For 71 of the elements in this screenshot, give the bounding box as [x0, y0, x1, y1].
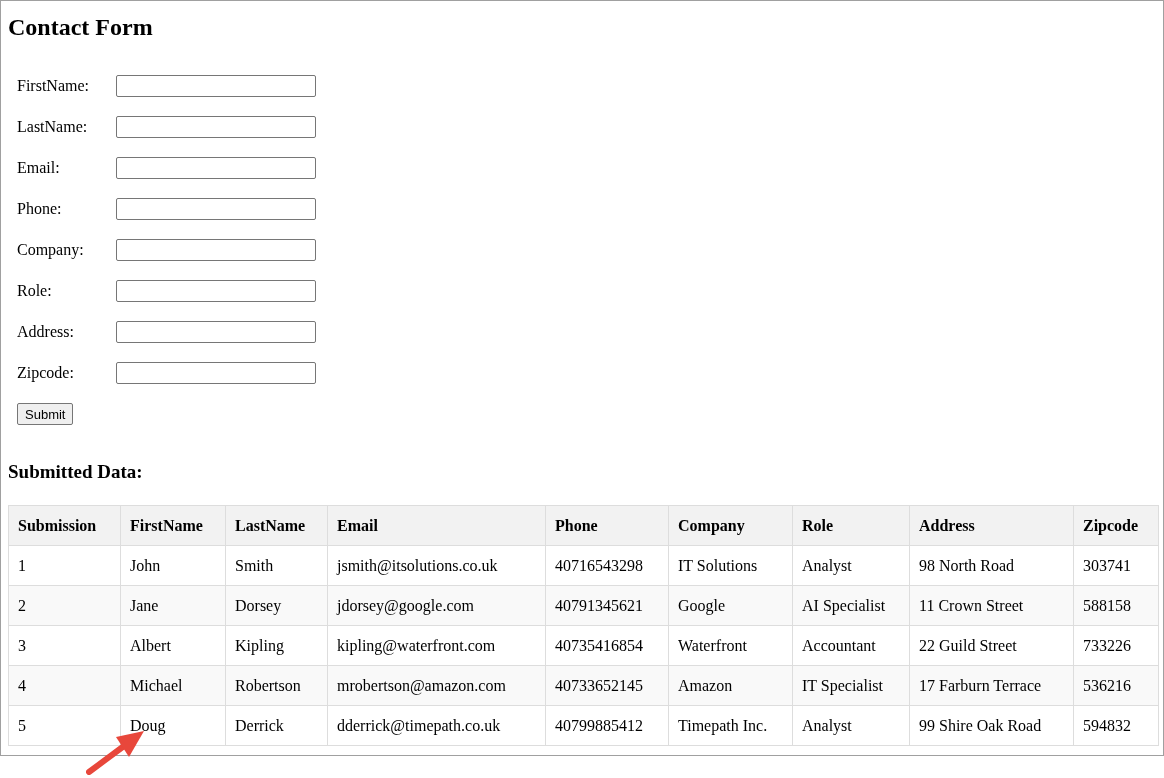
column-header: Submission: [8, 505, 121, 546]
field-label: FirstName:: [17, 77, 90, 95]
field-label: LastName:: [17, 118, 89, 136]
input-field[interactable]: [116, 321, 316, 343]
table-cell: 40791345621: [545, 585, 669, 626]
column-header: Address: [909, 505, 1074, 546]
input-field[interactable]: [116, 280, 316, 302]
table-cell: John: [120, 545, 226, 586]
input-field[interactable]: [116, 239, 316, 261]
table-cell: kipling@waterfront.com: [327, 625, 546, 666]
table-cell: Michael: [120, 665, 226, 706]
table-cell: 22 Guild Street: [909, 625, 1074, 666]
table-cell: Albert: [120, 625, 226, 666]
table-cell: 40716543298: [545, 545, 669, 586]
table-cell: 594832: [1073, 705, 1159, 746]
input-field[interactable]: [116, 362, 316, 384]
column-header: Phone: [545, 505, 669, 546]
input-field[interactable]: [116, 198, 316, 220]
column-header: Role: [792, 505, 910, 546]
table-cell: Timepath Inc.: [668, 705, 793, 746]
submit-button[interactable]: Submit: [17, 403, 74, 425]
table-cell: 40799885412: [545, 705, 669, 746]
table-cell: 536216: [1073, 665, 1159, 706]
input-field[interactable]: [116, 157, 316, 179]
table-cell: dderrick@timepath.co.uk: [327, 705, 546, 746]
table-cell: Analyst: [792, 545, 910, 586]
table-cell: 1: [8, 545, 121, 586]
table-cell: AI Specialist: [792, 585, 910, 626]
section-heading: Submitted Data:: [8, 460, 144, 483]
field-label: Company:: [17, 241, 85, 259]
column-header: Email: [327, 505, 546, 546]
column-header: Zipcode: [1073, 505, 1159, 546]
table-cell: 588158: [1073, 585, 1159, 626]
table-cell: 98 North Road: [909, 545, 1074, 586]
table-cell: Amazon: [668, 665, 793, 706]
table-cell: Jane: [120, 585, 226, 626]
table-cell: Waterfront: [668, 625, 793, 666]
field-label: Role:: [17, 282, 53, 300]
table-cell: 17 Farburn Terrace: [909, 665, 1074, 706]
field-label: Zipcode:: [17, 364, 75, 382]
table-cell: 2: [8, 585, 121, 626]
table-cell: Robertson: [225, 665, 328, 706]
field-label: Address:: [17, 323, 75, 341]
table-cell: Analyst: [792, 705, 910, 746]
table-cell: Accountant: [792, 625, 910, 666]
table-cell: 40735416854: [545, 625, 669, 666]
table-cell: Smith: [225, 545, 328, 586]
column-header: LastName: [225, 505, 328, 546]
table-cell: 4: [8, 665, 121, 706]
column-header: FirstName: [120, 505, 226, 546]
input-field[interactable]: [116, 116, 316, 138]
field-label: Phone:: [17, 200, 63, 218]
column-header: Company: [668, 505, 793, 546]
table-cell: jdorsey@google.com: [327, 585, 546, 626]
table-cell: Google: [668, 585, 793, 626]
table-cell: Kipling: [225, 625, 328, 666]
table-cell: Derrick: [225, 705, 328, 746]
table-cell: 733226: [1073, 625, 1159, 666]
table-cell: mrobertson@amazon.com: [327, 665, 546, 706]
table-cell: 40733652145: [545, 665, 669, 706]
table-cell: jsmith@itsolutions.co.uk: [327, 545, 546, 586]
table-cell: IT Solutions: [668, 545, 793, 586]
page-title: Contact Form: [8, 13, 154, 41]
table-cell: 11 Crown Street: [909, 585, 1074, 626]
table-cell: IT Specialist: [792, 665, 910, 706]
table-cell: 3: [8, 625, 121, 666]
table-cell: Dorsey: [225, 585, 328, 626]
table-cell: 303741: [1073, 545, 1159, 586]
input-field[interactable]: [116, 75, 316, 97]
field-label: Email:: [17, 159, 61, 177]
table-cell: 99 Shire Oak Road: [909, 705, 1074, 746]
